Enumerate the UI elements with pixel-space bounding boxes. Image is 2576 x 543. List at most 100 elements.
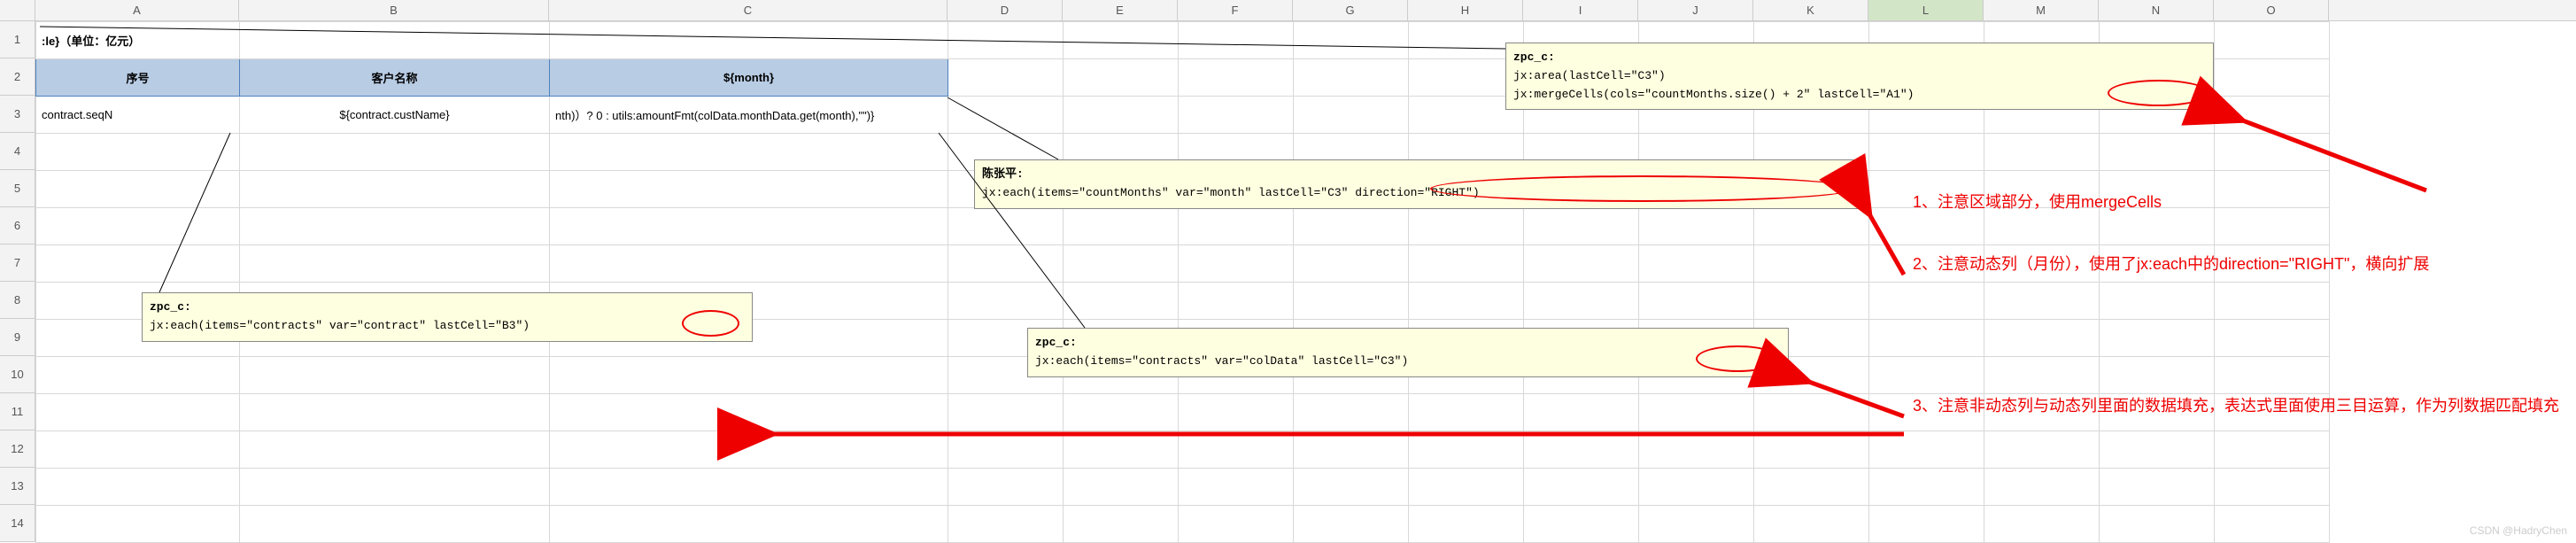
cell-K6[interactable] (1754, 208, 1869, 245)
cell-B10[interactable] (240, 357, 550, 394)
cell-D1[interactable] (948, 22, 1064, 59)
cell-G6[interactable] (1294, 208, 1409, 245)
cell-H6[interactable] (1409, 208, 1524, 245)
cell-K13[interactable] (1754, 469, 1869, 506)
row-header-7[interactable]: 7 (0, 244, 35, 282)
cell-O9[interactable] (2215, 320, 2330, 357)
cell-B4[interactable] (240, 134, 550, 171)
cell-J14[interactable] (1639, 506, 1754, 543)
cell-O12[interactable] (2215, 431, 2330, 469)
cell-E6[interactable] (1064, 208, 1179, 245)
cell-E2[interactable] (1064, 59, 1179, 97)
cell-N10[interactable] (2100, 357, 2215, 394)
cell-B11[interactable] (240, 394, 550, 431)
cell-C3[interactable]: nth)）? 0 : utils:amountFmt(colData.month… (550, 97, 948, 134)
cell-C1[interactable] (550, 22, 948, 59)
column-header-M[interactable]: M (1984, 0, 2099, 20)
column-header-E[interactable]: E (1063, 0, 1178, 20)
row-header-10[interactable]: 10 (0, 356, 35, 393)
cell-F7[interactable] (1179, 245, 1294, 283)
cell-A7[interactable] (36, 245, 240, 283)
column-header-I[interactable]: I (1523, 0, 1638, 20)
cell-G13[interactable] (1294, 469, 1409, 506)
cell-F8[interactable] (1179, 283, 1294, 320)
cell-J7[interactable] (1639, 245, 1754, 283)
column-header-D[interactable]: D (948, 0, 1063, 20)
cell-D11[interactable] (948, 394, 1064, 431)
cell-H7[interactable] (1409, 245, 1524, 283)
cell-K8[interactable] (1754, 283, 1869, 320)
cell-J8[interactable] (1639, 283, 1754, 320)
cell-A1[interactable]: :le}（单位：亿元） (36, 22, 240, 59)
cell-F13[interactable] (1179, 469, 1294, 506)
cell-C2[interactable]: ${month} (550, 59, 948, 97)
cell-L14[interactable] (1869, 506, 1984, 543)
cell-O8[interactable] (2215, 283, 2330, 320)
cell-N4[interactable] (2100, 134, 2215, 171)
cell-B7[interactable] (240, 245, 550, 283)
row-header-6[interactable]: 6 (0, 207, 35, 244)
cell-I8[interactable] (1524, 283, 1639, 320)
cell-C12[interactable] (550, 431, 948, 469)
cell-M4[interactable] (1984, 134, 2100, 171)
cell-E12[interactable] (1064, 431, 1179, 469)
cell-A5[interactable] (36, 171, 240, 208)
cell-B6[interactable] (240, 208, 550, 245)
cell-A13[interactable] (36, 469, 240, 506)
row-header-5[interactable]: 5 (0, 170, 35, 207)
cell-J6[interactable] (1639, 208, 1754, 245)
cell-O5[interactable] (2215, 171, 2330, 208)
cell-C10[interactable] (550, 357, 948, 394)
cell-O10[interactable] (2215, 357, 2330, 394)
cell-D14[interactable] (948, 506, 1064, 543)
cell-G11[interactable] (1294, 394, 1409, 431)
cell-F14[interactable] (1179, 506, 1294, 543)
column-header-N[interactable]: N (2099, 0, 2214, 20)
row-header-12[interactable]: 12 (0, 431, 35, 468)
cell-N9[interactable] (2100, 320, 2215, 357)
cell-F2[interactable] (1179, 59, 1294, 97)
cell-L8[interactable] (1869, 283, 1984, 320)
select-all-corner[interactable] (0, 0, 35, 20)
cell-N12[interactable] (2100, 431, 2215, 469)
cell-B1[interactable] (240, 22, 550, 59)
cell-G12[interactable] (1294, 431, 1409, 469)
cell-B3[interactable]: ${contract.custName} (240, 97, 550, 134)
column-header-F[interactable]: F (1178, 0, 1293, 20)
cell-A14[interactable] (36, 506, 240, 543)
cell-O3[interactable] (2215, 97, 2330, 134)
cell-O14[interactable] (2215, 506, 2330, 543)
cell-L9[interactable] (1869, 320, 1984, 357)
column-header-G[interactable]: G (1293, 0, 1408, 20)
cell-L12[interactable] (1869, 431, 1984, 469)
cell-B14[interactable] (240, 506, 550, 543)
cell-J11[interactable] (1639, 394, 1754, 431)
cell-N13[interactable] (2100, 469, 2215, 506)
cell-D3[interactable] (948, 97, 1064, 134)
cell-B5[interactable] (240, 171, 550, 208)
cell-D8[interactable] (948, 283, 1064, 320)
cell-G8[interactable] (1294, 283, 1409, 320)
cell-F12[interactable] (1179, 431, 1294, 469)
cell-G3[interactable] (1294, 97, 1409, 134)
cell-L4[interactable] (1869, 134, 1984, 171)
cell-O2[interactable] (2215, 59, 2330, 97)
column-header-B[interactable]: B (239, 0, 549, 20)
cell-E1[interactable] (1064, 22, 1179, 59)
column-header-O[interactable]: O (2214, 0, 2329, 20)
row-header-13[interactable]: 13 (0, 468, 35, 505)
row-header-2[interactable]: 2 (0, 58, 35, 96)
cell-D13[interactable] (948, 469, 1064, 506)
cell-M13[interactable] (1984, 469, 2100, 506)
cell-K12[interactable] (1754, 431, 1869, 469)
cell-I11[interactable] (1524, 394, 1639, 431)
cell-J12[interactable] (1639, 431, 1754, 469)
cell-C11[interactable] (550, 394, 948, 431)
cell-E14[interactable] (1064, 506, 1179, 543)
cell-L13[interactable] (1869, 469, 1984, 506)
cell-H11[interactable] (1409, 394, 1524, 431)
cell-E8[interactable] (1064, 283, 1179, 320)
row-header-3[interactable]: 3 (0, 96, 35, 133)
cell-A4[interactable] (36, 134, 240, 171)
cell-C14[interactable] (550, 506, 948, 543)
